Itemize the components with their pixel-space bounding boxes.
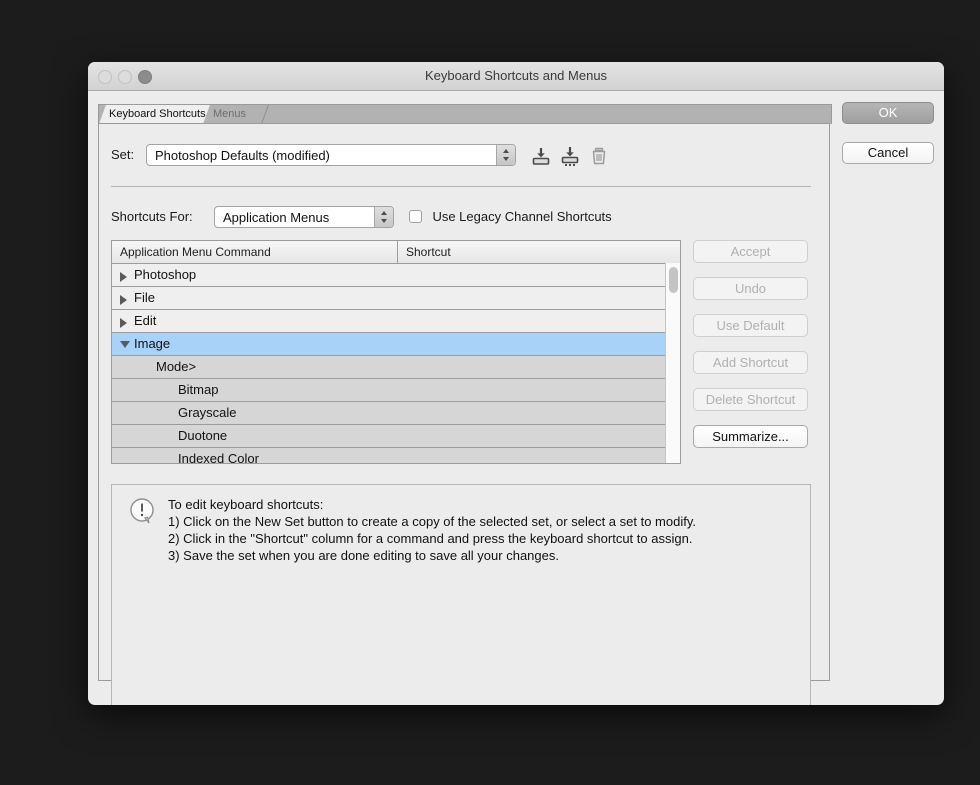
help-line: To edit keyboard shortcuts: bbox=[168, 497, 324, 512]
add-shortcut-button: Add Shortcut bbox=[693, 351, 808, 374]
keyboard-shortcuts-dialog: Keyboard Shortcuts and Menus Keyboard Sh… bbox=[88, 62, 944, 705]
table-row[interactable]: Mode> bbox=[112, 356, 680, 379]
chevron-updown-icon bbox=[496, 145, 515, 165]
set-row: Set: Photoshop Defaults (modified) bbox=[111, 144, 811, 168]
delete-shortcut-button: Delete Shortcut bbox=[693, 388, 808, 411]
table-row[interactable]: Edit bbox=[112, 310, 680, 333]
ok-button[interactable]: OK bbox=[842, 102, 934, 124]
shortcuts-table: Application Menu Command Shortcut Photos… bbox=[111, 240, 681, 464]
table-body: Photoshop File Edit Image Mode> Bitmap Graysca… bbox=[112, 264, 680, 464]
table-row-command-label: Duotone bbox=[178, 428, 228, 443]
set-dropdown[interactable]: Photoshop Defaults (modified) bbox=[146, 144, 516, 166]
table-row-command-label: Bitmap bbox=[178, 382, 219, 397]
tab-keyboard-shortcuts-label: Keyboard Shortcuts bbox=[109, 108, 206, 120]
help-panel: To edit keyboard shortcuts: 1) Click on t… bbox=[111, 484, 811, 705]
table-scrollbar-thumb[interactable] bbox=[669, 267, 678, 293]
use-default-button: Use Default bbox=[693, 314, 808, 337]
save-set-as-icon[interactable] bbox=[559, 145, 581, 167]
table-row[interactable]: Image bbox=[112, 333, 680, 356]
disclosure-triangle-closed-icon[interactable] bbox=[120, 295, 127, 305]
shortcuts-for-row: Shortcuts For: Application Menus Use Leg… bbox=[111, 206, 811, 230]
shortcuts-for-label: Shortcuts For: bbox=[111, 209, 193, 224]
tab-strip: Keyboard Shortcuts Menus bbox=[98, 104, 832, 124]
alert-speech-bubble-icon bbox=[127, 496, 159, 528]
column-header-command[interactable]: Application Menu Command bbox=[112, 241, 398, 263]
help-line: 3) Save the set when you are done editin… bbox=[168, 548, 559, 563]
table-row-command-label: Mode> bbox=[156, 359, 197, 374]
delete-set-icon[interactable] bbox=[588, 145, 610, 167]
table-row-command-label: Photoshop bbox=[134, 267, 197, 282]
content-panel: Set: Photoshop Defaults (modified) Short… bbox=[98, 123, 830, 705]
table-row[interactable]: Duotone bbox=[112, 425, 680, 448]
table-row-command-label: Edit bbox=[134, 313, 157, 328]
table-row[interactable]: Bitmap bbox=[112, 379, 680, 402]
dialog-buttons: OK Cancel bbox=[842, 102, 934, 182]
disclosure-triangle-closed-icon[interactable] bbox=[120, 272, 127, 282]
table-row-command-label: File bbox=[134, 290, 155, 305]
set-label: Set: bbox=[111, 147, 135, 162]
table-row-command-label: Grayscale bbox=[178, 405, 237, 420]
table-scrollbar[interactable] bbox=[665, 263, 680, 463]
legacy-channel-shortcuts-row[interactable]: Use Legacy Channel Shortcuts bbox=[409, 208, 612, 228]
disclosure-triangle-closed-icon[interactable] bbox=[120, 318, 127, 328]
cancel-button[interactable]: Cancel bbox=[842, 142, 934, 164]
tab-menus-label: Menus bbox=[213, 108, 247, 120]
disclosure-triangle-open-icon[interactable] bbox=[120, 341, 130, 348]
save-set-icon[interactable] bbox=[530, 145, 552, 167]
tab-menus[interactable]: Menus bbox=[203, 105, 269, 124]
table-row-command-label: Indexed Color bbox=[178, 451, 259, 464]
summarize-button[interactable]: Summarize... bbox=[693, 425, 808, 448]
help-line: 2) Click in the "Shortcut" column for a … bbox=[168, 531, 693, 546]
table-row[interactable]: Photoshop bbox=[112, 264, 680, 287]
undo-button: Undo bbox=[693, 277, 808, 300]
shortcut-action-buttons: Accept Undo Use Default Add Shortcut Delete … bbox=[693, 240, 808, 462]
accept-button: Accept bbox=[693, 240, 808, 263]
window-titlebar: Keyboard Shortcuts and Menus bbox=[88, 62, 944, 91]
help-line: 1) Click on the New Set button to create… bbox=[168, 514, 696, 529]
set-dropdown-value: Photoshop Defaults (modified) bbox=[155, 148, 330, 163]
table-row-command-label: Image bbox=[134, 336, 171, 351]
legacy-channel-shortcuts-checkbox[interactable] bbox=[409, 210, 422, 224]
shortcuts-for-dropdown[interactable]: Application Menus bbox=[214, 206, 394, 228]
table-row[interactable]: Indexed Color bbox=[112, 448, 680, 464]
window-title: Keyboard Shortcuts and Menus bbox=[424, 68, 608, 83]
column-header-shortcut[interactable]: Shortcut bbox=[398, 241, 680, 263]
chevron-updown-icon bbox=[374, 207, 393, 227]
shortcuts-for-dropdown-value: Application Menus bbox=[223, 210, 330, 225]
help-text: To edit keyboard shortcuts: 1) Click on t… bbox=[168, 496, 800, 564]
table-header-row: Application Menu Command Shortcut bbox=[112, 241, 680, 264]
legacy-channel-shortcuts-label: Use Legacy Channel Shortcuts bbox=[432, 209, 612, 225]
table-row[interactable]: Grayscale bbox=[112, 402, 680, 425]
table-row[interactable]: File bbox=[112, 287, 680, 310]
section-divider bbox=[111, 186, 811, 187]
